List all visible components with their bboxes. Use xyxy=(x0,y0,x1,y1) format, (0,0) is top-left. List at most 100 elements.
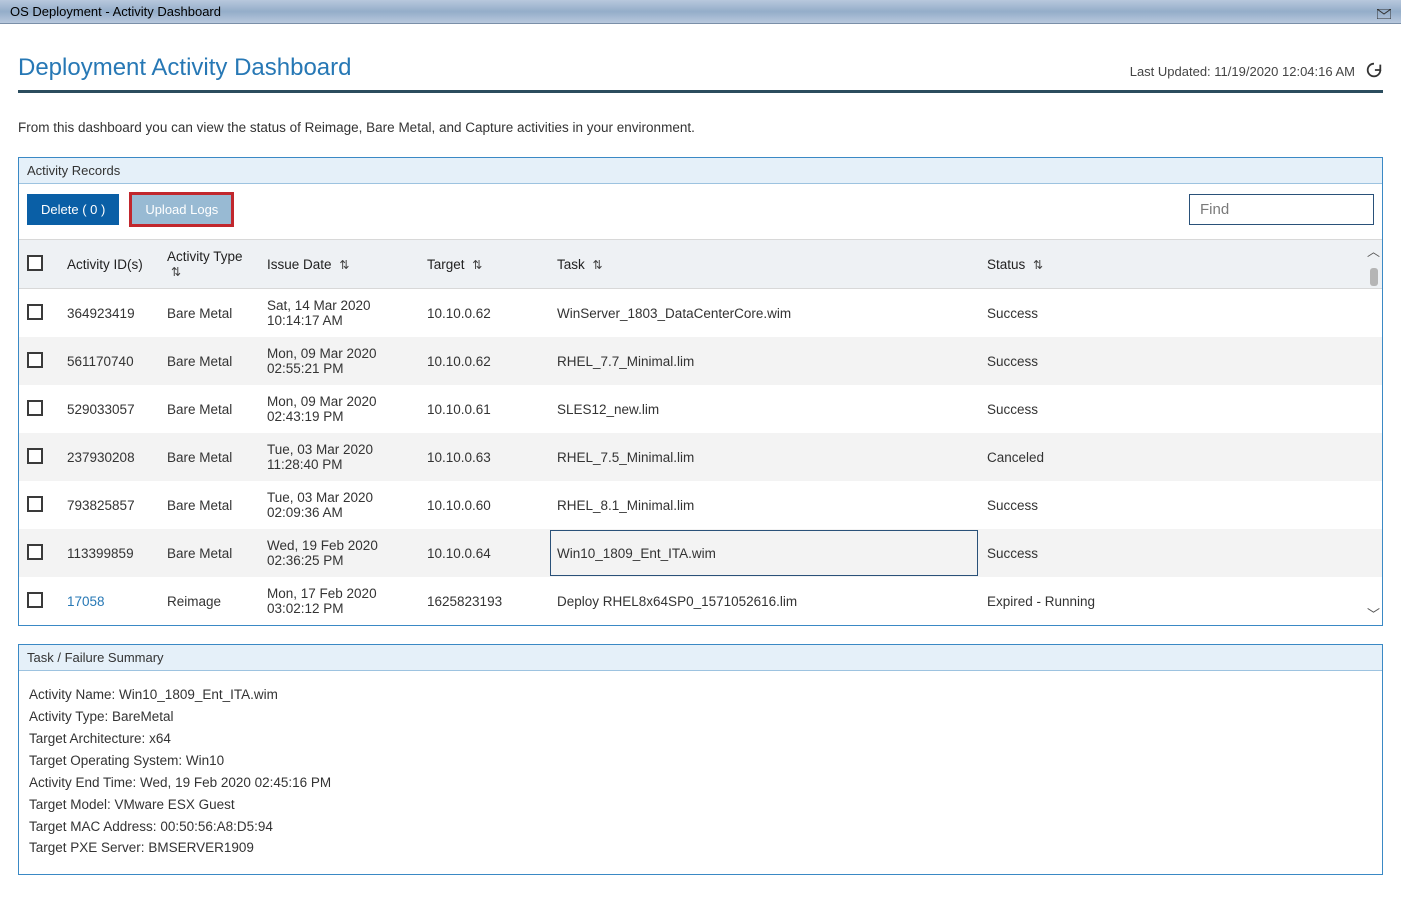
cell-issue-date: Mon, 17 Feb 2020 03:02:12 PM xyxy=(259,577,419,625)
col-target[interactable]: Target ⇅ xyxy=(419,240,549,289)
page-title: Deployment Activity Dashboard xyxy=(18,54,352,82)
col-task[interactable]: Task ⇅ xyxy=(549,240,979,289)
toolbar: Delete ( 0 ) Upload Logs xyxy=(19,184,1382,239)
cell-issue-date: Mon, 09 Mar 2020 02:55:21 PM xyxy=(259,337,419,385)
col-activity-id[interactable]: Activity ID(s) xyxy=(59,240,159,289)
cell-task[interactable]: RHEL_7.5_Minimal.lim xyxy=(549,433,979,481)
page-description: From this dashboard you can view the sta… xyxy=(18,108,1383,157)
find-input[interactable] xyxy=(1189,194,1374,225)
cell-task[interactable]: WinServer_1803_DataCenterCore.wim xyxy=(549,289,979,338)
cell-activity-type: Bare Metal xyxy=(159,529,259,577)
cell-activity-type: Bare Metal xyxy=(159,481,259,529)
cell-target: 10.10.0.63 xyxy=(419,433,549,481)
cell-activity-type: Reimage xyxy=(159,577,259,625)
sort-icon: ⇅ xyxy=(472,258,482,272)
cell-task[interactable]: Deploy RHEL8x64SP0_1571052616.lim xyxy=(549,577,979,625)
table-row[interactable]: 529033057Bare MetalMon, 09 Mar 2020 02:4… xyxy=(19,385,1382,433)
scroll-down-icon[interactable]: ﹀ xyxy=(1367,602,1380,625)
summary-activity-type: BareMetal xyxy=(112,709,174,724)
summary-list: Activity Name: Win10_1809_Ent_ITA.wim Ac… xyxy=(19,671,1382,874)
cell-issue-date: Wed, 19 Feb 2020 02:36:25 PM xyxy=(259,529,419,577)
cell-activity-type: Bare Metal xyxy=(159,433,259,481)
cell-status: Success xyxy=(979,385,1382,433)
cell-status: Success xyxy=(979,337,1382,385)
select-all-checkbox[interactable] xyxy=(27,255,43,271)
cell-activity-type: Bare Metal xyxy=(159,289,259,338)
summary-mac-label: Target MAC Address: xyxy=(29,819,160,834)
summary-activity-name-label: Activity Name: xyxy=(29,687,119,702)
upload-logs-button[interactable]: Upload Logs xyxy=(131,194,232,225)
last-updated: Last Updated: 11/19/2020 12:04:16 AM xyxy=(1130,61,1383,82)
summary-model-label: Target Model: xyxy=(29,797,115,812)
row-checkbox[interactable] xyxy=(27,544,43,560)
sort-icon: ⇅ xyxy=(339,258,349,272)
col-issue-date[interactable]: Issue Date ⇅ xyxy=(259,240,419,289)
summary-activity-type-label: Activity Type: xyxy=(29,709,112,724)
cell-activity-id: 364923419 xyxy=(59,289,159,338)
table-row[interactable]: 561170740Bare MetalMon, 09 Mar 2020 02:5… xyxy=(19,337,1382,385)
cell-target: 1625823193 xyxy=(419,577,549,625)
cell-issue-date: Sat, 14 Mar 2020 10:14:17 AM xyxy=(259,289,419,338)
scroll-up-icon[interactable]: ︿ xyxy=(1367,239,1380,262)
cell-activity-id: 529033057 xyxy=(59,385,159,433)
cell-task[interactable]: Win10_1809_Ent_ITA.wim xyxy=(549,529,979,577)
cell-target: 10.10.0.64 xyxy=(419,529,549,577)
cell-target: 10.10.0.61 xyxy=(419,385,549,433)
cell-activity-id: 113399859 xyxy=(59,529,159,577)
row-checkbox[interactable] xyxy=(27,448,43,464)
row-checkbox[interactable] xyxy=(27,352,43,368)
cell-target: 10.10.0.62 xyxy=(419,289,549,338)
summary-model: VMware ESX Guest xyxy=(115,797,235,812)
window-title-bar: OS Deployment - Activity Dashboard xyxy=(0,0,1401,24)
summary-mac: 00:50:56:A8:D5:94 xyxy=(160,819,273,834)
refresh-icon[interactable] xyxy=(1365,61,1383,82)
summary-os-label: Target Operating System: xyxy=(29,753,186,768)
cell-activity-type: Bare Metal xyxy=(159,385,259,433)
table-row[interactable]: 793825857Bare MetalTue, 03 Mar 2020 02:0… xyxy=(19,481,1382,529)
summary-pxe: BMSERVER1909 xyxy=(148,840,254,855)
delete-button[interactable]: Delete ( 0 ) xyxy=(27,194,119,225)
table-row[interactable]: 113399859Bare MetalWed, 19 Feb 2020 02:3… xyxy=(19,529,1382,577)
row-checkbox[interactable] xyxy=(27,592,43,608)
cell-activity-type: Bare Metal xyxy=(159,337,259,385)
summary-activity-name: Win10_1809_Ent_ITA.wim xyxy=(119,687,278,702)
col-status[interactable]: Status ⇅ xyxy=(979,240,1382,289)
sort-icon: ⇅ xyxy=(593,258,603,272)
summary-architecture: x64 xyxy=(149,731,171,746)
cell-activity-id: 237930208 xyxy=(59,433,159,481)
cell-status: Success xyxy=(979,289,1382,338)
sort-icon: ⇅ xyxy=(1033,258,1043,272)
page-header: Deployment Activity Dashboard Last Updat… xyxy=(18,34,1383,93)
cell-activity-id[interactable]: 17058 xyxy=(59,577,159,625)
activity-records-header: Activity Records xyxy=(19,158,1382,184)
summary-header: Task / Failure Summary xyxy=(19,645,1382,671)
row-checkbox[interactable] xyxy=(27,304,43,320)
summary-os: Win10 xyxy=(186,753,224,768)
col-activity-type[interactable]: Activity Type⇅ xyxy=(159,240,259,289)
table-row[interactable]: 237930208Bare MetalTue, 03 Mar 2020 11:2… xyxy=(19,433,1382,481)
activity-table-container: Activity ID(s) Activity Type⇅ Issue Date… xyxy=(19,239,1382,625)
table-row[interactable]: 364923419Bare MetalSat, 14 Mar 2020 10:1… xyxy=(19,289,1382,338)
activity-records-panel: Activity Records Delete ( 0 ) Upload Log… xyxy=(18,157,1383,626)
cell-task[interactable]: SLES12_new.lim xyxy=(549,385,979,433)
table-row[interactable]: 17058ReimageMon, 17 Feb 2020 03:02:12 PM… xyxy=(19,577,1382,625)
last-updated-time: 11/19/2020 12:04:16 AM xyxy=(1214,64,1355,79)
cell-task[interactable]: RHEL_7.7_Minimal.lim xyxy=(549,337,979,385)
scrollbar[interactable]: ︿ ﹀ xyxy=(1365,239,1382,625)
cell-activity-id: 793825857 xyxy=(59,481,159,529)
cell-issue-date: Tue, 03 Mar 2020 11:28:40 PM xyxy=(259,433,419,481)
cell-issue-date: Tue, 03 Mar 2020 02:09:36 AM xyxy=(259,481,419,529)
row-checkbox[interactable] xyxy=(27,400,43,416)
row-checkbox[interactable] xyxy=(27,496,43,512)
cell-status: Success xyxy=(979,481,1382,529)
cell-task[interactable]: RHEL_8.1_Minimal.lim xyxy=(549,481,979,529)
cell-status: Canceled xyxy=(979,433,1382,481)
sort-icon: ⇅ xyxy=(171,265,181,279)
scroll-thumb[interactable] xyxy=(1370,268,1378,286)
summary-pxe-label: Target PXE Server: xyxy=(29,840,148,855)
cell-target: 10.10.0.62 xyxy=(419,337,549,385)
summary-end-time: Wed, 19 Feb 2020 02:45:16 PM xyxy=(140,775,331,790)
cell-status: Expired - Running xyxy=(979,577,1382,625)
cell-target: 10.10.0.60 xyxy=(419,481,549,529)
mail-icon[interactable] xyxy=(1377,7,1391,17)
